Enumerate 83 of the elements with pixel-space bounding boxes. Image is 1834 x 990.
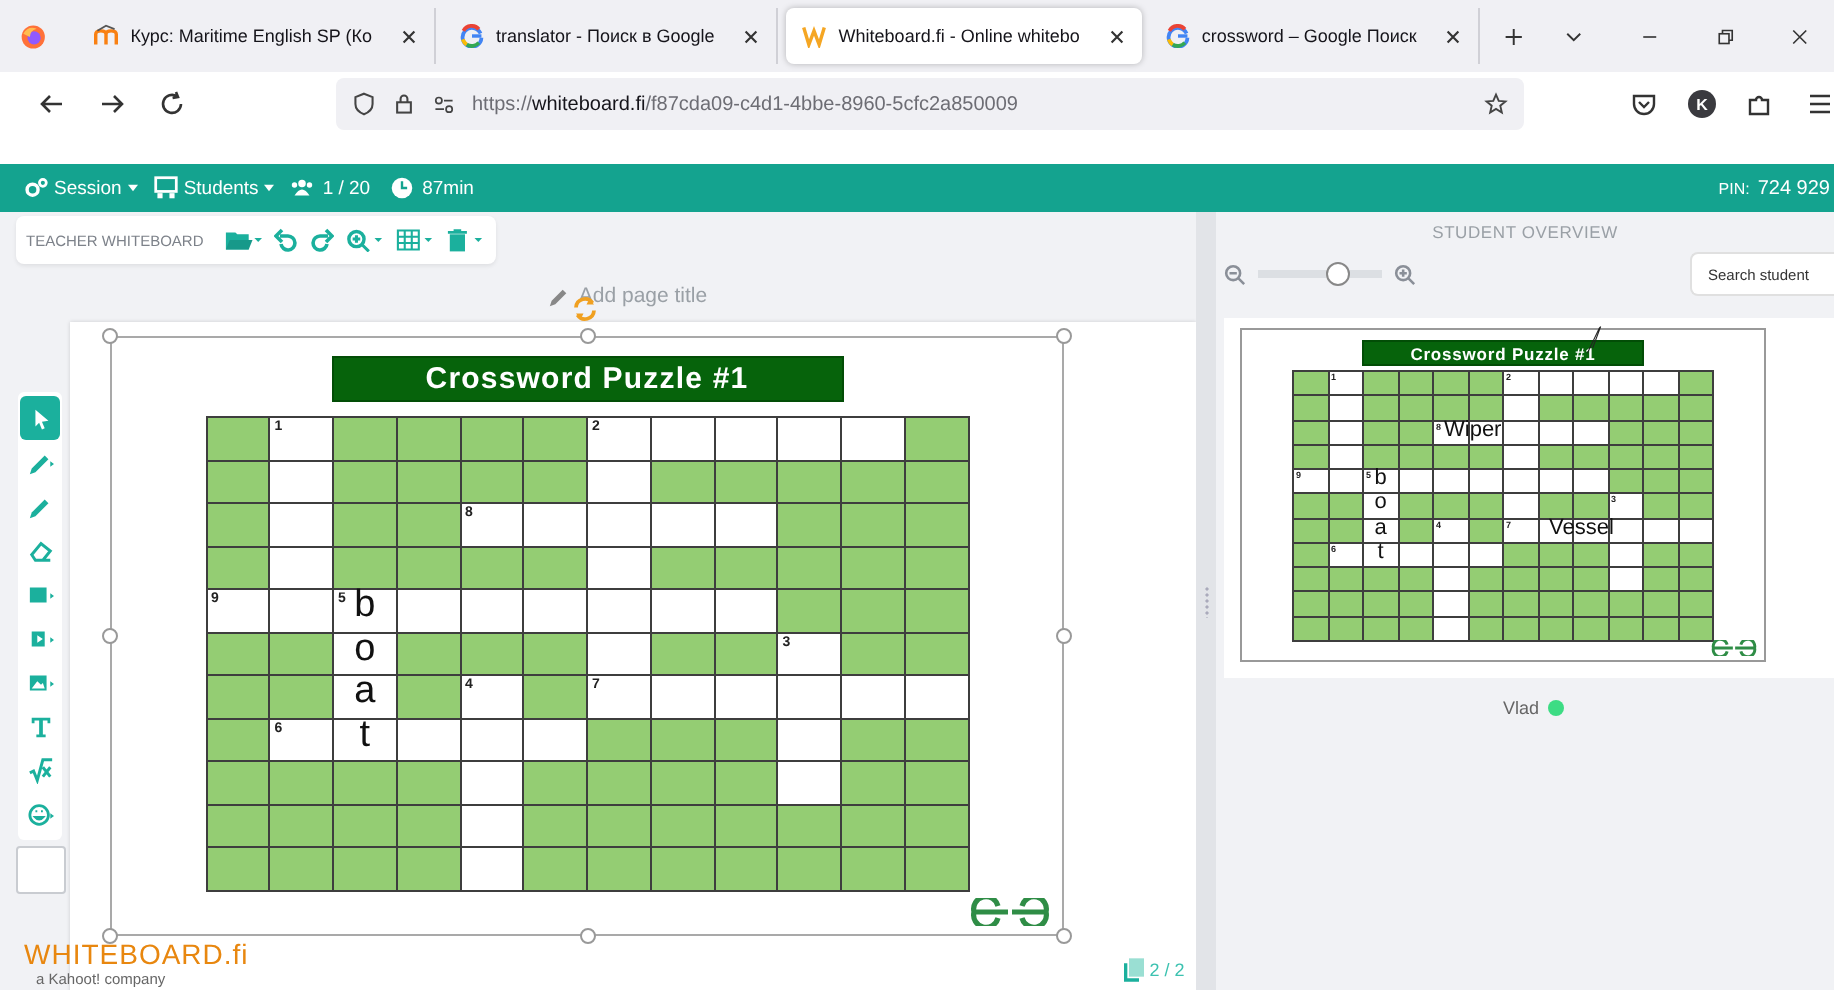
smiley-icon (27, 801, 53, 827)
slider-thumb[interactable] (1326, 262, 1351, 286)
resize-handle[interactable] (579, 328, 595, 344)
browser-tab[interactable]: Whiteboard.fi - Online whitebo (786, 8, 1142, 64)
clock-icon (390, 176, 415, 200)
answer-letter: b (354, 584, 376, 630)
zoom-in-icon[interactable] (1394, 263, 1416, 285)
answer-letter: a (354, 670, 376, 717)
color-swatch[interactable] (16, 846, 66, 894)
classroom-icon (153, 176, 178, 200)
zigzag-icon (802, 24, 827, 48)
pin-code: 724 929 (1757, 177, 1830, 199)
logo-icon (968, 898, 1052, 926)
browser-logo-icon[interactable] (20, 21, 47, 51)
answer-letter: o (354, 627, 376, 674)
answer-letter: t (359, 713, 371, 760)
pin-label: PIN: (1718, 179, 1750, 197)
resize-handle[interactable] (102, 328, 118, 344)
tab-title: Whiteboard.fi - Online whitebo (838, 26, 1080, 46)
resize-handle[interactable] (102, 928, 118, 944)
resize-handle[interactable] (1056, 328, 1072, 344)
tab-title: crossword – Google Поиск (1201, 26, 1417, 46)
close-icon[interactable] (742, 27, 761, 45)
back-icon[interactable] (38, 90, 66, 118)
browser-tab[interactable]: translator - Поиск в Google (444, 8, 779, 64)
answer-letter: a (1374, 515, 1387, 540)
text-tool-icon (27, 713, 53, 739)
browser-tab[interactable]: Курс: Maritime English SP (Ко (78, 8, 437, 64)
pencil-icon (548, 285, 571, 307)
close-icon[interactable] (1444, 27, 1463, 45)
zoom-icon[interactable] (345, 228, 384, 252)
resize-handle[interactable] (1056, 628, 1072, 644)
resize-handle[interactable] (102, 628, 118, 644)
square-root-icon (27, 757, 53, 783)
star-icon[interactable] (1484, 92, 1508, 116)
close-icon[interactable] (400, 27, 419, 45)
redo-icon[interactable] (309, 228, 334, 252)
browser-tab[interactable]: crossword – Google Поиск (1149, 8, 1481, 64)
tool-button[interactable] (20, 396, 60, 440)
session-time: 87min (422, 177, 474, 199)
close-icon[interactable] (1790, 25, 1811, 47)
resize-handle[interactable] (1056, 928, 1072, 944)
puzzle-banner: Crossword Puzzle #1 (1362, 340, 1644, 366)
trash-icon[interactable] (445, 228, 484, 252)
restore-icon[interactable] (1715, 25, 1735, 47)
address-bar[interactable]: https://whiteboard.fi/f87cda09-c4d1-4bbe-8960-5cfc2a850009 (336, 78, 1524, 130)
grid-icon[interactable] (395, 228, 434, 252)
puzzle-piece-icon[interactable] (1746, 90, 1774, 118)
resize-handle[interactable] (579, 928, 595, 944)
answer-letter: o (1374, 490, 1387, 515)
profile-avatar[interactable]: K (1688, 90, 1716, 118)
folder-icon[interactable] (223, 228, 262, 252)
logo-icon (1710, 640, 1758, 656)
puzzle-banner: Crossword Puzzle #1 (331, 356, 843, 402)
student-name: Vlad (1502, 698, 1539, 718)
panel-title: STUDENT OVERVIEW (1430, 220, 1620, 242)
reload-icon[interactable] (158, 90, 186, 118)
users-icon (290, 176, 315, 200)
tab-title: translator - Поиск в Google (496, 26, 715, 46)
tab-title: Курс: Maritime English SP (Ко (130, 26, 373, 46)
new-tab-icon[interactable] (1504, 25, 1525, 47)
caret-icon (127, 184, 138, 192)
multicolor-ring-icon (1165, 24, 1190, 48)
shield-icon[interactable] (352, 92, 376, 116)
zoom-out-icon[interactable] (1224, 263, 1246, 285)
pages-icon (1123, 958, 1144, 982)
answer-letter: t (1377, 539, 1384, 564)
multicolor-ring-icon (460, 24, 485, 48)
student-count: 1 / 20 (322, 177, 371, 199)
brand-logo: WHITEBOARD.fi (24, 940, 249, 969)
forward-icon[interactable] (98, 90, 126, 118)
lock-icon[interactable] (392, 92, 416, 116)
url-text: https://whiteboard.fi/f87cda09-c4d1-4bbe-8960-5cfc2a850009 (472, 93, 1018, 115)
eraser-icon (27, 537, 53, 563)
undo-icon[interactable] (273, 228, 298, 252)
answer-letter: b (1374, 466, 1387, 491)
menu-icon[interactable] (1806, 90, 1834, 118)
caret-icon (264, 184, 275, 192)
close-icon[interactable] (1107, 27, 1126, 45)
permissions-icon[interactable] (432, 92, 456, 116)
gears-icon (24, 176, 48, 200)
course-icon (94, 24, 119, 48)
pocket-icon[interactable] (1630, 90, 1658, 118)
